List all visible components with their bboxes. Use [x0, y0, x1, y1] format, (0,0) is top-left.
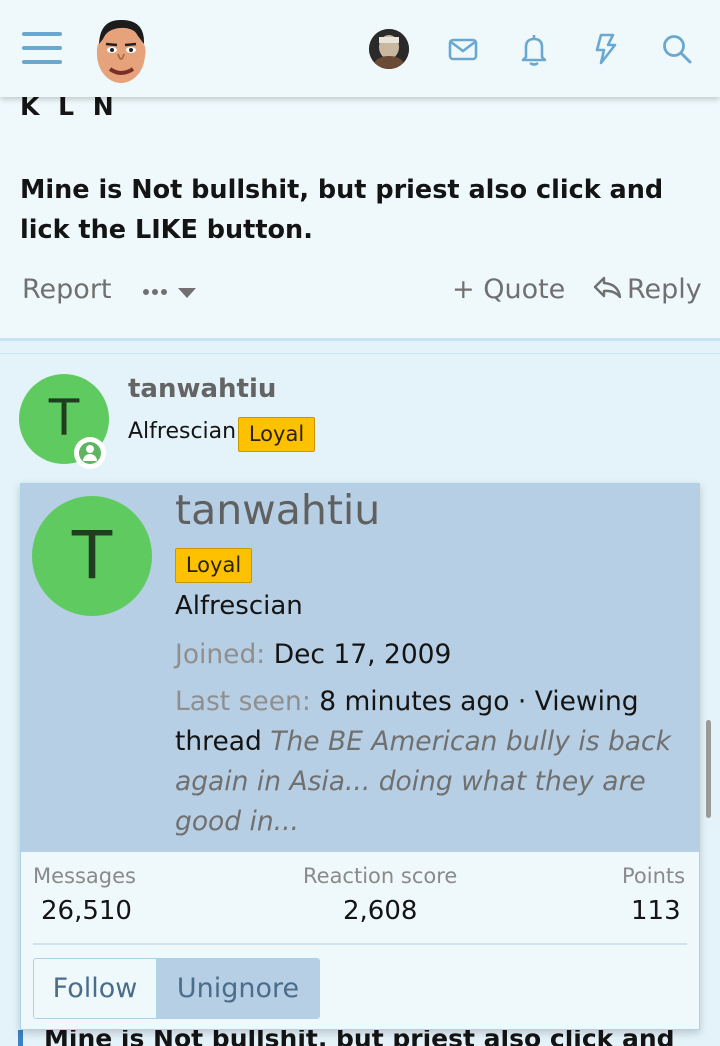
- inbox-icon[interactable]: [446, 31, 480, 67]
- last-seen-line: Last seen: 8 minutes ago · Viewing threa…: [175, 682, 695, 842]
- post-divider: [0, 338, 720, 354]
- hamburger-menu-icon[interactable]: [22, 30, 64, 66]
- search-icon[interactable]: [660, 31, 694, 67]
- quote-marker: [18, 1030, 23, 1046]
- unignore-button[interactable]: Unignore: [157, 959, 319, 1018]
- reply-label: Reply: [627, 274, 702, 305]
- points-value: 113: [631, 896, 681, 926]
- joined-label: Joined:: [175, 639, 266, 670]
- user-avatar[interactable]: [369, 29, 409, 69]
- member-card-username[interactable]: tanwahtiu: [175, 486, 380, 534]
- poster-username[interactable]: tanwahtiu: [128, 374, 276, 404]
- online-status-icon: [74, 437, 106, 469]
- joined-line: Joined: Dec 17, 2009: [175, 635, 695, 675]
- member-card-divider: [33, 943, 687, 945]
- top-navigation-bar: [0, 0, 720, 97]
- bell-icon[interactable]: [517, 31, 551, 67]
- follow-button[interactable]: Follow: [34, 959, 157, 1018]
- post-body: Mine is Not bullshit, but priest also cl…: [20, 175, 664, 245]
- reply-button[interactable]: Reply: [592, 274, 702, 305]
- reply-icon: [593, 276, 622, 299]
- bolt-icon[interactable]: [589, 31, 623, 67]
- report-link[interactable]: Report: [22, 274, 112, 305]
- member-card-avatar[interactable]: T: [32, 496, 152, 616]
- loyal-banner: Loyal: [238, 417, 315, 452]
- reaction-score-label: Reaction score: [303, 864, 458, 888]
- site-logo[interactable]: [90, 14, 152, 86]
- messages-count: 26,510: [41, 896, 132, 926]
- points-label: Points: [622, 864, 686, 888]
- scrollbar[interactable]: [706, 720, 711, 818]
- reaction-score-value: 2,608: [343, 896, 418, 926]
- more-options-icon[interactable]: [142, 285, 202, 303]
- joined-date: Dec 17, 2009: [273, 639, 452, 670]
- member-tooltip-card: T tanwahtiu Loyal Alfrescian Joined: Dec…: [20, 483, 700, 1030]
- quote-button[interactable]: + Quote: [452, 274, 565, 305]
- last-seen-label: Last seen:: [175, 686, 311, 717]
- member-card-user-title: Alfrescian: [175, 591, 303, 621]
- messages-label: Messages: [33, 864, 136, 888]
- poster-user-title: Alfrescian: [128, 419, 237, 444]
- member-card-actions: Follow Unignore: [33, 958, 320, 1019]
- member-card-banner: Loyal: [175, 548, 252, 583]
